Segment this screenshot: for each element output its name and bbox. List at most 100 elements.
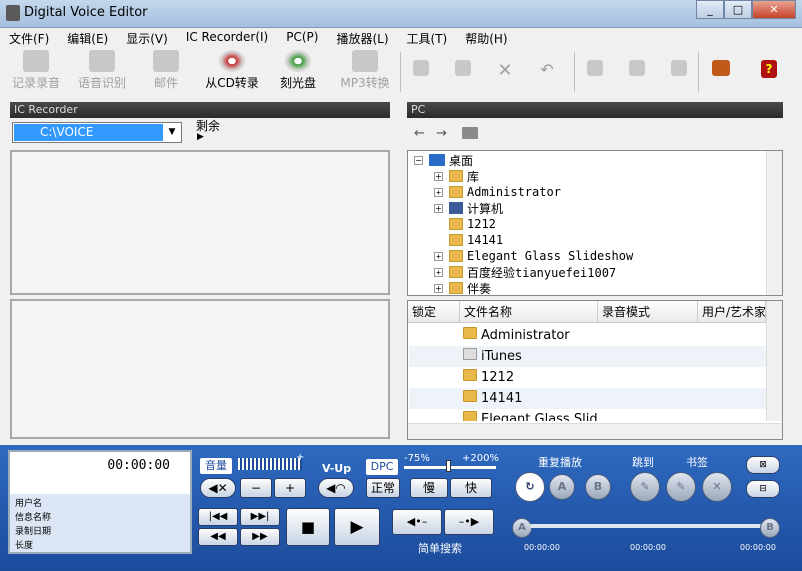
vup-label: V-Up	[322, 462, 352, 475]
play-arrow-icon[interactable]: ▶	[197, 132, 204, 142]
tree-item-1212[interactable]: 1212	[449, 216, 496, 232]
field-message-name: 信息名称	[15, 513, 52, 523]
list-vscrollbar[interactable]	[766, 301, 782, 421]
menu-edit[interactable]: 编辑(E)	[58, 28, 117, 48]
repeat-b-button[interactable]: B	[585, 474, 611, 500]
mute-button[interactable]: ◀✕	[200, 478, 236, 498]
shortcut-icon	[463, 348, 477, 360]
from-cd-button[interactable]: 从CD转录	[202, 50, 262, 94]
burn-disc-button[interactable]: 刻光盘	[276, 50, 320, 94]
column-record-mode[interactable]: 录音模式	[598, 301, 698, 323]
desktop-icon	[429, 154, 445, 166]
delete-icon[interactable]: ✕	[494, 60, 516, 82]
dpc-slider-thumb[interactable]	[446, 460, 451, 472]
fast-forward-button[interactable]: ▶▶	[240, 528, 280, 546]
close-button[interactable]: ✕	[752, 0, 796, 19]
list-item[interactable]: 1212	[409, 367, 766, 388]
undo-icon[interactable]: ↶	[536, 60, 558, 82]
delete-bookmark-icon[interactable]: ✕	[702, 472, 732, 502]
prev-track-button[interactable]: |◀◀	[198, 508, 238, 526]
play-button[interactable]: ▶	[334, 508, 380, 546]
properties-icon[interactable]	[584, 60, 606, 82]
column-artist[interactable]: 用户/艺术家	[698, 301, 766, 323]
stop-button[interactable]: ■	[286, 508, 330, 546]
menu-tools[interactable]: 工具(T)	[398, 28, 457, 48]
drive-value: C:\VOICE	[14, 124, 163, 141]
seek-bar[interactable]	[530, 524, 765, 528]
field-record-date: 录制日期	[15, 527, 52, 537]
mail-button[interactable]: 邮件	[146, 50, 186, 94]
computer-icon	[449, 202, 463, 214]
list-item[interactable]: 14141	[409, 388, 766, 409]
list-item[interactable]: Elegant Glass Slid	[409, 409, 766, 421]
toolbox-icon[interactable]	[710, 60, 732, 82]
toggle-display-icon[interactable]: ⊠	[746, 456, 780, 474]
speed-slow-button[interactable]: 慢	[410, 478, 448, 498]
info-display: 00:00:00 用户名 信息名称 录制日期 长度	[8, 450, 192, 554]
menu-bar: 文件(F) 编辑(E) 显示(V) IC Recorder(I) PC(P) 播…	[0, 28, 802, 48]
list-item[interactable]: Administrator	[409, 325, 766, 346]
help-icon[interactable]: ?	[758, 60, 780, 82]
tree-item-accompaniment[interactable]: + 伴奏	[434, 280, 491, 296]
list-hscrollbar[interactable]	[408, 423, 782, 439]
search-forward-button[interactable]: –•▶	[444, 509, 494, 535]
mp3-convert-button[interactable]: MP3转换	[338, 50, 392, 94]
record-button[interactable]: 记录录音	[8, 50, 64, 94]
tree-item-library[interactable]: + 库	[434, 168, 479, 184]
mp3-icon	[352, 50, 378, 72]
tree-item-desktop[interactable]: − 桌面	[414, 152, 473, 168]
list-item[interactable]: iTunes	[409, 346, 766, 367]
column-lock[interactable]: 锁定	[408, 301, 460, 323]
search-back-button[interactable]: ◀•–	[392, 509, 442, 535]
elapsed-time: 00:00:00	[107, 458, 170, 473]
minimize-button[interactable]: _	[696, 0, 724, 19]
repeat-a-button[interactable]: A	[549, 474, 575, 500]
ic-file-list[interactable]	[10, 299, 390, 439]
menu-ic-recorder[interactable]: IC Recorder(I)	[177, 28, 277, 48]
folder-icon	[463, 411, 477, 421]
tree-item-computer[interactable]: + 计算机	[434, 200, 503, 216]
speed-normal-button[interactable]: 正常	[366, 478, 400, 498]
folder-icon	[449, 282, 463, 294]
field-user: 用户名	[15, 499, 43, 509]
menu-file[interactable]: 文件(F)	[0, 28, 58, 48]
volume-meter[interactable]	[238, 458, 302, 470]
jump-bookmark-icon[interactable]: ✎	[630, 472, 660, 502]
ic-folder-list[interactable]	[10, 150, 390, 295]
next-track-button[interactable]: ▶▶|	[240, 508, 280, 526]
menu-player[interactable]: 播放器(L)	[327, 28, 397, 48]
seek-a-marker[interactable]: A	[512, 518, 532, 538]
volume-up-button[interactable]: +	[274, 478, 306, 498]
tree-item-administrator[interactable]: + Administrator	[434, 184, 561, 200]
repeat-icon[interactable]: ↻	[515, 472, 545, 502]
vup-button[interactable]: ◀◠	[318, 478, 354, 498]
volume-down-button[interactable]: −	[240, 478, 272, 498]
back-arrow-icon[interactable]: ←	[414, 126, 425, 141]
paste-icon[interactable]	[452, 60, 474, 82]
tree-item-14141[interactable]: 14141	[449, 232, 503, 248]
up-folder-icon[interactable]	[462, 127, 478, 139]
window-title: Digital Voice Editor	[24, 5, 148, 20]
copy-to-pc-icon[interactable]	[410, 60, 432, 82]
speech-recognition-button[interactable]: 语音识别	[74, 50, 130, 94]
tree-item-elegant-glass[interactable]: + Elegant Glass Slideshow	[434, 248, 633, 264]
drive-select[interactable]: C:\VOICE ▼	[12, 122, 182, 143]
tree-item-baidu[interactable]: + 百度经验tianyuefei1007	[434, 264, 616, 280]
toggle-mode-icon[interactable]: ⊟	[746, 480, 780, 498]
forward-arrow-icon[interactable]: →	[436, 126, 447, 141]
menu-pc[interactable]: PC(P)	[277, 28, 327, 48]
tree-scrollbar[interactable]	[766, 151, 782, 295]
menu-view[interactable]: 显示(V)	[117, 28, 177, 48]
seek-mid-time: 00:00:00	[630, 543, 666, 552]
rewind-button[interactable]: ◀◀	[198, 528, 238, 546]
maximize-button[interactable]: □	[724, 0, 752, 19]
menu-help[interactable]: 帮助(H)	[456, 28, 516, 48]
speed-fast-button[interactable]: 快	[450, 478, 492, 498]
add-bookmark-icon[interactable]: ✎	[666, 472, 696, 502]
folder-icon[interactable]	[626, 60, 648, 82]
printer-icon[interactable]	[668, 60, 690, 82]
column-filename[interactable]: 文件名称	[460, 301, 598, 323]
bookmark-label: 书签	[686, 456, 708, 469]
folder-icon	[463, 390, 477, 402]
seek-b-marker[interactable]: B	[760, 518, 780, 538]
